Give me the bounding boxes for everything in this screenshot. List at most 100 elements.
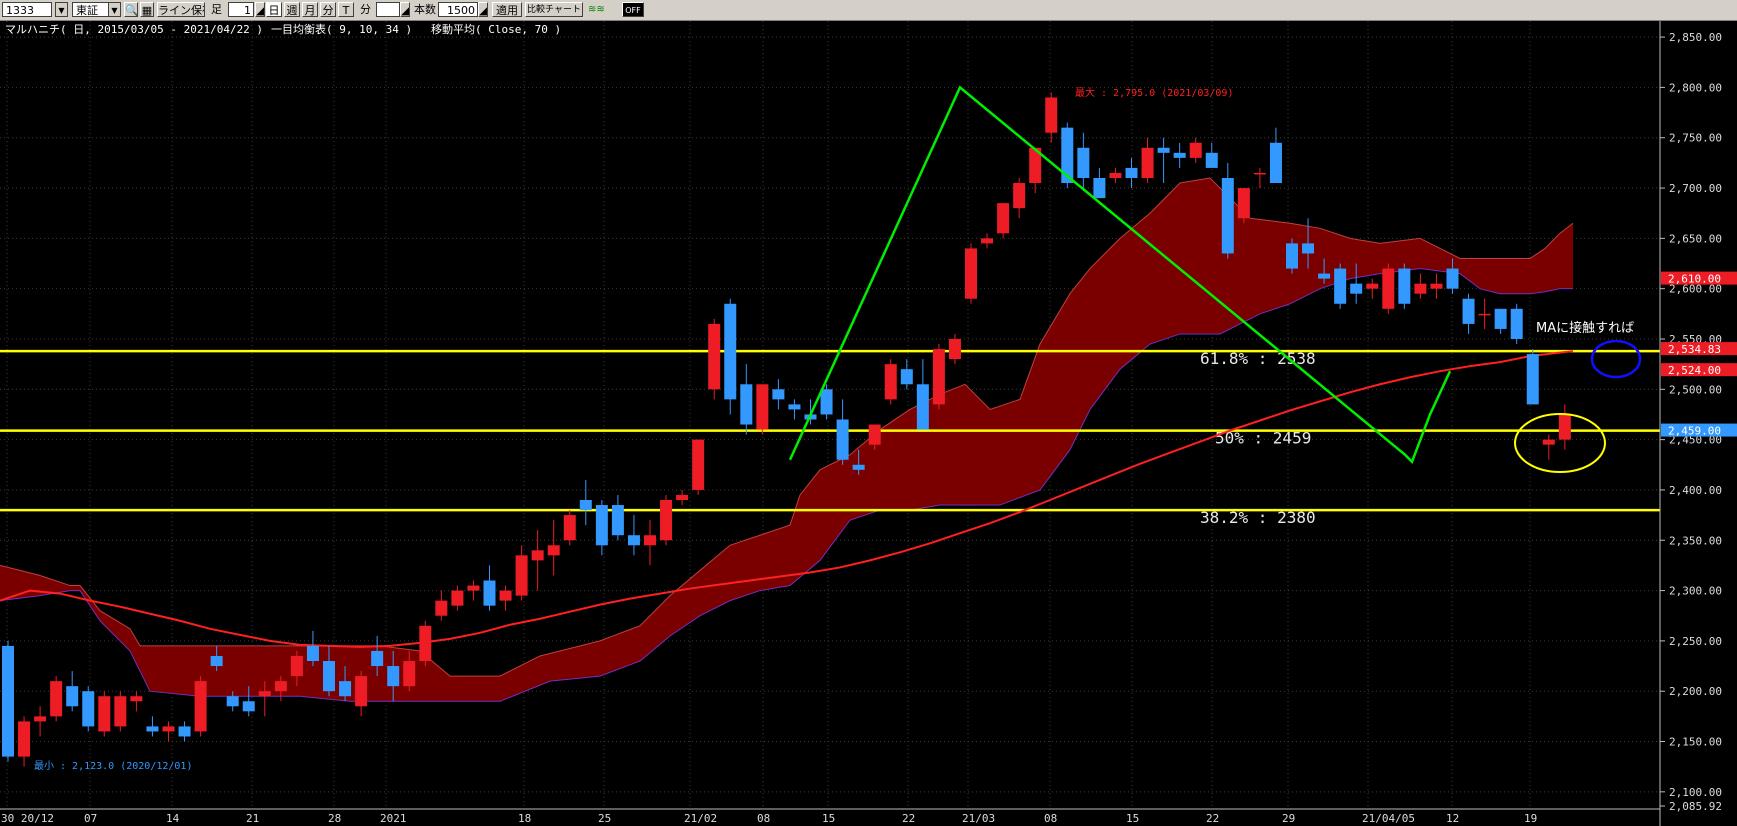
- candle-down: [1157, 147, 1170, 153]
- count-input[interactable]: 1500: [438, 2, 478, 17]
- candle-up: [50, 681, 63, 717]
- unit-day-button[interactable]: 日: [266, 2, 282, 17]
- candle-up: [1558, 414, 1571, 440]
- count-spin-icon[interactable]: ◢: [478, 2, 488, 17]
- candle-down: [1318, 273, 1331, 279]
- candle-up: [1189, 142, 1202, 158]
- candle-down: [611, 505, 624, 536]
- candle-up: [162, 726, 175, 732]
- candle-up: [708, 323, 721, 390]
- unit-week-button[interactable]: 週: [284, 2, 300, 17]
- candle-up: [547, 545, 560, 556]
- candle-down: [1221, 177, 1234, 254]
- candle-down: [1173, 152, 1186, 158]
- compare-chart-button[interactable]: 比較チャート: [525, 2, 583, 17]
- line-save-button[interactable]: ライン保存: [157, 2, 205, 17]
- y-tick-label: 2,800.00: [1669, 81, 1722, 94]
- price-tag-label: 2,534.83: [1668, 343, 1721, 356]
- y-tick-label: 2,500.00: [1669, 383, 1722, 396]
- candle-up: [531, 550, 544, 561]
- price-chart: 61.8% : 253850% : 245938.2% : 2380 マルハニチ…: [0, 21, 1737, 826]
- candle-up: [981, 238, 994, 244]
- unit-month-button[interactable]: 月: [302, 2, 318, 17]
- y-tick-label: 2,350.00: [1669, 534, 1722, 547]
- x-tick-label: 21/02: [684, 812, 717, 825]
- minute-input[interactable]: [376, 2, 400, 17]
- candle-up: [1141, 147, 1154, 178]
- ma-label: 移動平均( Close, 70 ): [431, 22, 561, 36]
- x-tick-label: 28: [328, 812, 341, 825]
- candle-down: [836, 419, 849, 460]
- candle-down: [483, 580, 496, 606]
- chart-background: [0, 21, 1737, 826]
- candle-down: [2, 645, 14, 757]
- candle-up: [1237, 188, 1250, 219]
- y-tick-label: 2,085.92: [1669, 800, 1722, 813]
- ichimoku-label: 一目均衡表( 9, 10, 34 ): [271, 22, 412, 36]
- candle-down: [1302, 243, 1315, 254]
- count-label: 本数: [414, 3, 436, 16]
- minute-spin-icon[interactable]: ◢: [400, 2, 410, 17]
- candle-down: [1510, 308, 1523, 339]
- chart-title: マルハニチ( 日, 2015/03/05 - 2021/04/22 ): [5, 23, 263, 36]
- market-dropdown-icon[interactable]: ▼: [108, 2, 121, 17]
- market-select[interactable]: 東証: [72, 2, 110, 17]
- candle-up: [692, 439, 705, 490]
- candle-up: [1013, 183, 1026, 209]
- candle-down: [595, 505, 608, 546]
- apply-button[interactable]: 適用: [492, 2, 522, 17]
- toolbar: 1333 ▼ 東証 ▼ 🔍 ▦ ライン保存 足 1 ◢ 日 週 月 分 T 分 …: [0, 0, 1737, 21]
- candle-up: [1414, 283, 1427, 294]
- foot-input[interactable]: 1: [228, 2, 254, 17]
- candle-down: [242, 701, 255, 712]
- candle-up: [515, 555, 528, 596]
- indicator-icon[interactable]: ≋≋: [588, 2, 618, 17]
- candle-down: [306, 645, 319, 662]
- candle-down: [627, 535, 640, 546]
- fib-label: 38.2% : 2380: [1200, 508, 1316, 527]
- candle-down: [387, 666, 400, 687]
- grid-icon[interactable]: ▦: [140, 2, 154, 17]
- candle-up: [290, 655, 303, 677]
- y-tick-label: 2,400.00: [1669, 484, 1722, 497]
- candle-up: [1253, 172, 1266, 175]
- x-tick-label: 30 20/12: [1, 812, 54, 825]
- unit-minute-button[interactable]: 分: [320, 2, 336, 17]
- price-tag-label: 2,459.00: [1668, 425, 1721, 438]
- candle-down: [1350, 283, 1363, 294]
- candle-down: [900, 369, 913, 385]
- foot-spin-icon[interactable]: ◢: [255, 2, 265, 17]
- candle-up: [1382, 268, 1395, 309]
- candle-up: [660, 500, 673, 541]
- candle-up: [34, 716, 47, 722]
- code-input[interactable]: 1333: [2, 2, 52, 17]
- unit-tick-button[interactable]: T: [338, 2, 354, 17]
- x-tick-label: 21/03: [962, 812, 995, 825]
- x-tick-label: 29: [1282, 812, 1295, 825]
- candle-up: [18, 721, 31, 757]
- candle-down: [339, 681, 352, 697]
- candle-up: [274, 681, 287, 692]
- off-toggle[interactable]: OFF: [622, 2, 644, 17]
- x-tick-label: 07: [84, 812, 97, 825]
- code-dropdown-icon[interactable]: ▼: [55, 2, 68, 17]
- candle-up: [997, 203, 1010, 234]
- candle-down: [146, 726, 159, 732]
- candle-down: [788, 404, 801, 410]
- candle-up: [435, 600, 448, 616]
- y-tick-label: 2,650.00: [1669, 232, 1722, 245]
- candle-down: [916, 384, 929, 430]
- candle-up: [644, 535, 656, 546]
- y-tick-label: 2,250.00: [1669, 635, 1722, 648]
- price-tag-label: 2,524.00: [1668, 364, 1721, 377]
- search-icon[interactable]: 🔍: [124, 2, 138, 17]
- candle-down: [1398, 268, 1411, 304]
- y-tick-label: 2,700.00: [1669, 182, 1722, 195]
- candle-down: [178, 726, 191, 737]
- candle-up: [403, 661, 416, 687]
- candle-up: [499, 590, 512, 601]
- x-tick-label: 15: [822, 812, 835, 825]
- candle-down: [66, 686, 79, 707]
- candle-down: [1269, 142, 1282, 184]
- x-tick-label: 21/04/05: [1362, 812, 1415, 825]
